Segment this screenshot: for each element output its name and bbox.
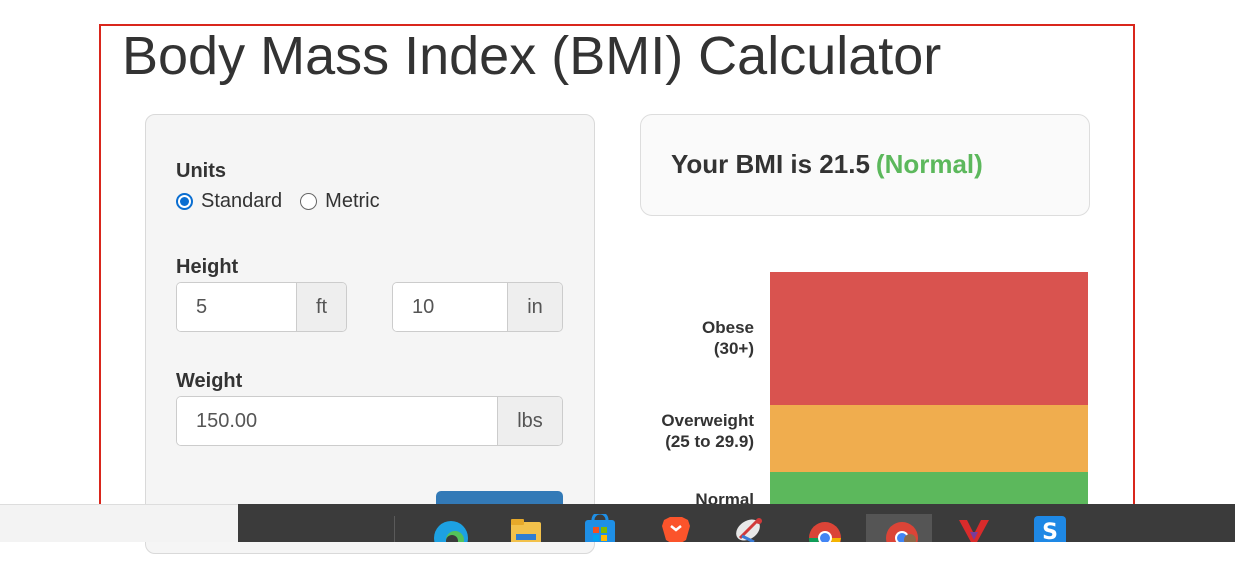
chrome-icon[interactable] xyxy=(807,514,843,542)
units-label: Units xyxy=(176,160,226,182)
weight-unit: lbs xyxy=(497,397,562,445)
taskbar-search-area[interactable] xyxy=(0,504,238,542)
vivaldi-icon[interactable] xyxy=(956,514,992,542)
weight-group: 150.00 lbs xyxy=(176,396,563,446)
metric-radio-label[interactable]: Metric xyxy=(325,190,379,213)
bmi-category: (Normal) xyxy=(875,149,983,179)
standard-radio-label[interactable]: Standard xyxy=(201,190,282,213)
bmi-label-overweight: Overweight (25 to 29.9) xyxy=(661,411,754,451)
height-in-group: 10 in xyxy=(392,282,563,332)
units-radio-group: Standard Metric xyxy=(176,190,398,213)
microsoft-store-icon[interactable] xyxy=(582,514,618,542)
page-title: Body Mass Index (BMI) Calculator xyxy=(122,26,942,86)
bmi-band-overweight xyxy=(770,405,1088,472)
bmi-result-value: Your BMI is 21.5 xyxy=(671,149,870,179)
bmi-result-text: Your BMI is 21.5 (Normal) xyxy=(671,149,983,180)
bmi-label-obese: Obese (30+) xyxy=(702,318,754,358)
bmi-band-normal xyxy=(770,472,1088,505)
s-app-icon[interactable]: S xyxy=(1032,514,1068,542)
height-ft-unit: ft xyxy=(296,283,346,331)
bmi-band-obese xyxy=(770,272,1088,405)
chrome-profile-icon[interactable] xyxy=(866,514,932,542)
weight-input[interactable]: 150.00 xyxy=(177,397,497,445)
height-label: Height xyxy=(176,256,239,278)
standard-radio[interactable] xyxy=(176,193,193,210)
metric-radio[interactable] xyxy=(300,193,318,210)
file-explorer-icon[interactable] xyxy=(508,514,544,542)
weight-label: Weight xyxy=(176,370,243,392)
satellite-app-icon[interactable] xyxy=(732,514,768,542)
brave-icon[interactable] xyxy=(658,514,694,542)
height-ft-group: 5 ft xyxy=(176,282,347,332)
taskbar-divider xyxy=(394,516,395,542)
height-ft-input[interactable]: 5 xyxy=(177,283,296,331)
svg-text:S: S xyxy=(1042,520,1058,542)
edge-icon[interactable] xyxy=(433,514,469,542)
height-in-input[interactable]: 10 xyxy=(393,283,507,331)
height-in-unit: in xyxy=(507,283,562,331)
